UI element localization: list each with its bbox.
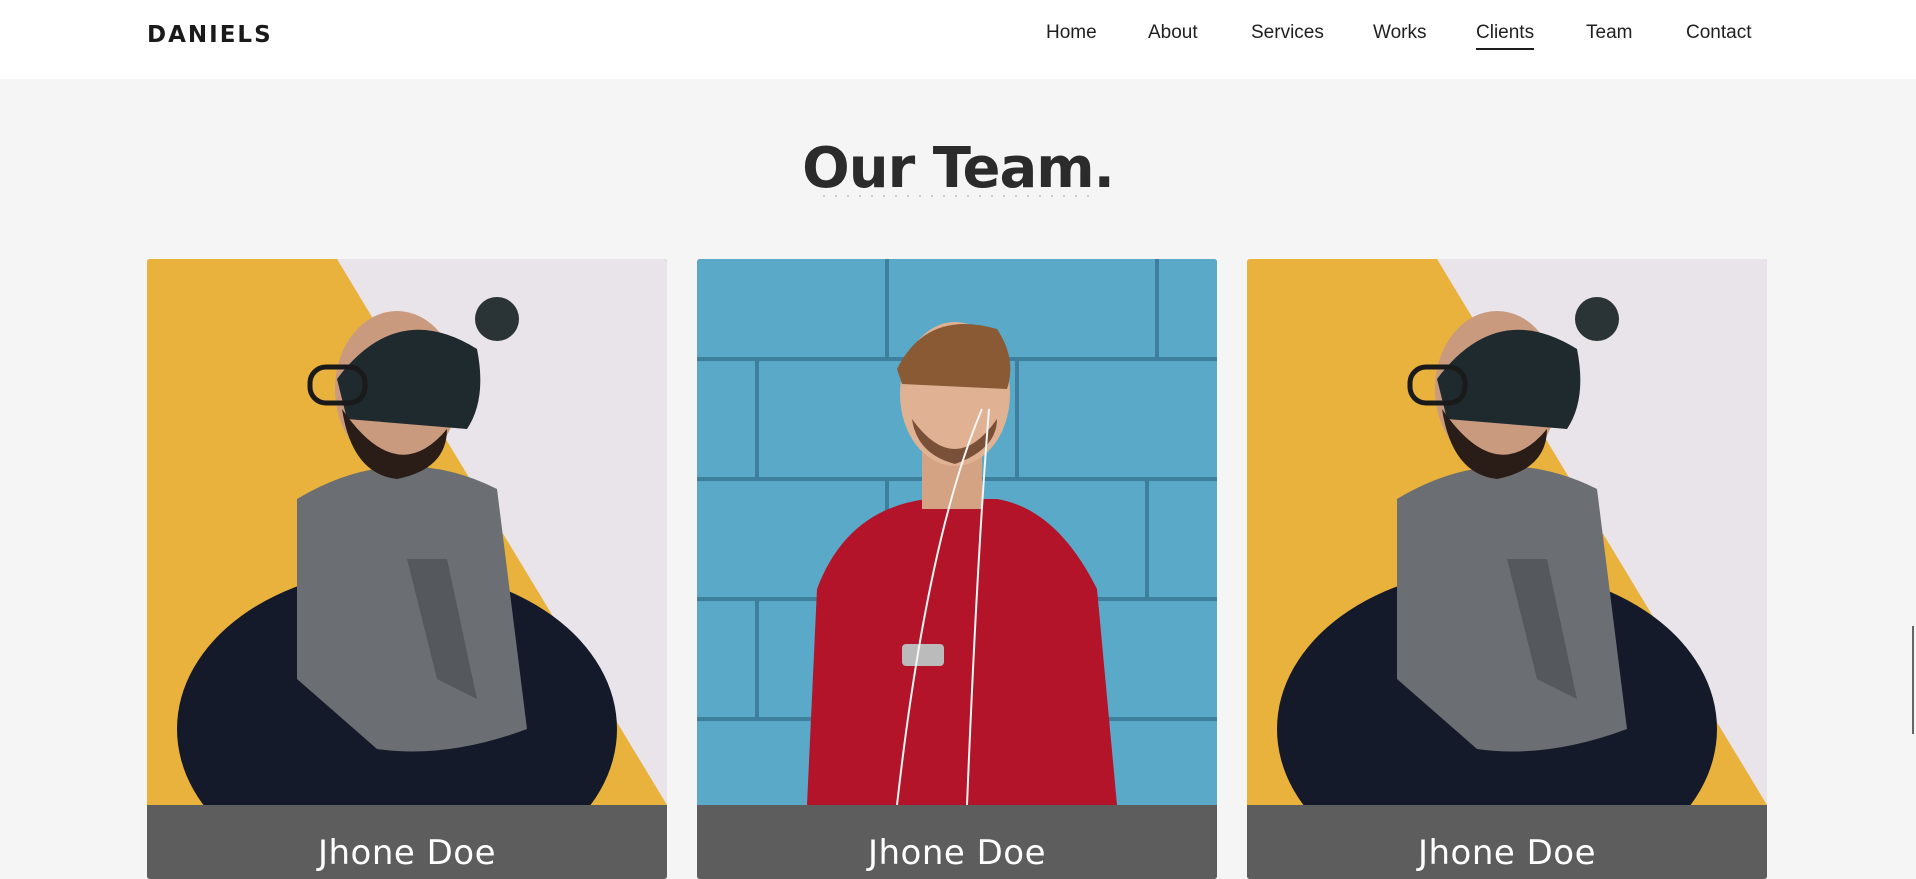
team-card[interactable]: Jhone Doe [147, 259, 667, 879]
team-member-name-bar: Jhone Doe [697, 805, 1217, 879]
section-title: Our Team. [802, 136, 1115, 201]
nav-services[interactable]: Services [1251, 22, 1324, 44]
team-member-name: Jhone Doe [317, 833, 497, 873]
team-member-name-bar: Jhone Doe [1247, 805, 1767, 879]
nav-works[interactable]: Works [1373, 22, 1426, 44]
team-member-name: Jhone Doe [1417, 833, 1597, 873]
site-header: DANIELS Home About Services Works Client… [0, 0, 1916, 79]
nav-contact[interactable]: Contact [1686, 22, 1751, 44]
nav-clients[interactable]: Clients [1476, 22, 1535, 50]
team-card[interactable]: Jhone Doe [697, 259, 1217, 879]
team-member-photo [697, 259, 1217, 805]
team-member-name-bar: Jhone Doe [147, 805, 667, 879]
nav-home[interactable]: Home [1046, 22, 1097, 44]
nav-about[interactable]: About [1148, 22, 1198, 44]
team-member-name: Jhone Doe [867, 833, 1047, 873]
team-member-photo [1247, 259, 1767, 805]
team-card[interactable]: Jhone Doe [1247, 259, 1767, 879]
main-nav: Home About Services Works Clients Team C… [0, 22, 1916, 52]
nav-team[interactable]: Team [1586, 22, 1632, 44]
team-member-photo [147, 259, 667, 805]
scrollbar-thumb[interactable] [1912, 626, 1914, 734]
title-dotted-underline [818, 195, 1096, 197]
